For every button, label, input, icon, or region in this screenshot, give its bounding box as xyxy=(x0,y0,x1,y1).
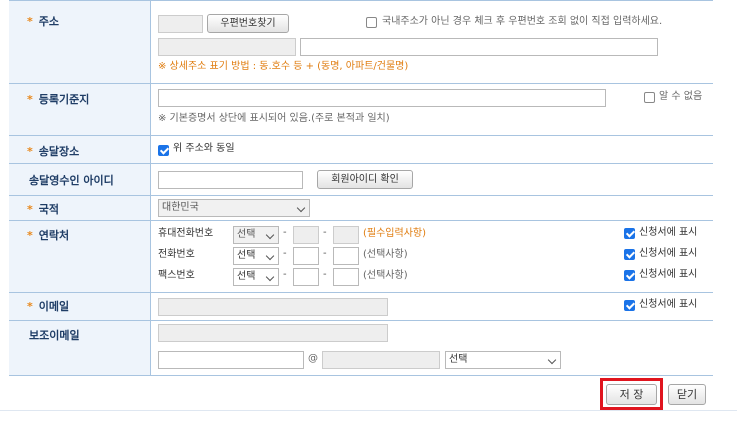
dash: - xyxy=(283,248,287,259)
fax-show-label: 신청서에 표시 xyxy=(639,269,698,280)
sub-email-id-input[interactable] xyxy=(158,351,304,369)
address-hint: ※ 상세주소 표기 방법 : 동.호수 등 + (동명, 아파트/건물명) xyxy=(158,61,409,72)
address-label: 주소 xyxy=(38,15,60,28)
required-star: * xyxy=(27,145,33,158)
detail-address-input[interactable] xyxy=(300,38,658,56)
at-sign: @ xyxy=(308,353,318,364)
email-label-cell: * 이메일 xyxy=(9,293,151,320)
nationality-select[interactable]: 대한민국 xyxy=(158,199,310,217)
registry-label-cell: * 등록기준지 xyxy=(9,84,151,135)
sub-email-full-input[interactable] xyxy=(158,324,388,342)
footer-divider xyxy=(0,410,737,411)
fax-label: 팩스번호 xyxy=(158,270,195,281)
email-row: * 이메일 신청서에 표시 xyxy=(9,293,713,321)
foreign-address-checkbox[interactable] xyxy=(366,17,377,28)
phone-optional-note: (선택사항) xyxy=(363,249,408,260)
email-show-checkbox[interactable] xyxy=(624,300,635,311)
fax-prefix-select[interactable]: 선택 xyxy=(233,268,279,286)
contact-label: 연락처 xyxy=(38,229,70,242)
fax-show-checkbox[interactable] xyxy=(624,270,635,281)
email-label: 이메일 xyxy=(38,300,70,313)
dash: - xyxy=(283,269,287,280)
sub-email-domain-select[interactable]: 선택 xyxy=(445,351,561,369)
contact-label-cell: * 연락처 xyxy=(9,221,151,292)
contact-row: * 연락처 휴대전화번호 선택 - - (필수입력사항) 신청서에 표시 전화번호… xyxy=(9,221,713,293)
registry-hint: ※ 기본증명서 상단에 표시되어 있음.(주로 본적과 일치) xyxy=(158,113,390,124)
fax-last-input[interactable] xyxy=(333,268,359,286)
zip-search-button[interactable]: 우편번호찾기 xyxy=(207,14,289,33)
same-address-label: 위 주소와 동일 xyxy=(173,143,235,154)
delivery-recipient-label: 송달영수인 아이디 xyxy=(29,174,114,187)
mobile-show-checkbox[interactable] xyxy=(624,228,635,239)
registry-unknown-checkbox[interactable] xyxy=(644,92,655,103)
fax-optional-note: (선택사항) xyxy=(363,270,408,281)
same-address-checkbox[interactable] xyxy=(158,145,169,156)
sub-email-label: 보조이메일 xyxy=(29,329,80,342)
delivery-place-label: 송달장소 xyxy=(38,145,80,158)
sub-email-row: 보조이메일 @ 선택 xyxy=(9,321,713,376)
nationality-label-cell: * 국적 xyxy=(9,196,151,220)
applicant-form: * 주소 우편번호찾기 국내주소가 아닌 경우 체크 후 우편번호 조회 없이 직… xyxy=(9,0,713,376)
required-star: * xyxy=(27,15,33,28)
recipient-id-input[interactable] xyxy=(158,171,303,189)
save-highlight-box xyxy=(600,378,663,410)
phone-middle-input[interactable] xyxy=(293,247,319,265)
phone-show-checkbox[interactable] xyxy=(624,249,635,260)
mobile-middle-input[interactable] xyxy=(293,226,319,244)
dash: - xyxy=(323,227,327,238)
dash: - xyxy=(323,248,327,259)
email-show-label: 신청서에 표시 xyxy=(639,299,698,310)
delivery-place-label-cell: * 송달장소 xyxy=(9,136,151,163)
chevron-down-icon xyxy=(265,272,275,282)
required-star: * xyxy=(27,229,33,242)
nationality-row: * 국적 대한민국 xyxy=(9,196,713,221)
registry-address-input[interactable] xyxy=(158,89,606,107)
mobile-last-input[interactable] xyxy=(333,226,359,244)
required-star: * xyxy=(27,300,33,313)
phone-prefix-select[interactable]: 선택 xyxy=(233,247,279,265)
registry-unknown-label: 알 수 없음 xyxy=(659,91,703,102)
sub-email-domain-input[interactable] xyxy=(322,351,440,369)
chevron-down-icon xyxy=(265,230,275,240)
nationality-label: 국적 xyxy=(38,203,60,216)
address-label-cell: * 주소 xyxy=(9,1,151,83)
delivery-recipient-row: 송달영수인 아이디 회원아이디 확인 xyxy=(9,164,713,196)
nationality-value: 대한민국 xyxy=(162,202,199,213)
dash: - xyxy=(323,269,327,280)
dash: - xyxy=(283,227,287,238)
required-star: * xyxy=(27,93,33,106)
mobile-show-label: 신청서에 표시 xyxy=(639,227,698,238)
registry-address-label: 등록기준지 xyxy=(38,93,90,106)
phone-show-label: 신청서에 표시 xyxy=(639,248,698,259)
base-address-input[interactable] xyxy=(158,38,296,56)
required-star: * xyxy=(27,203,33,216)
mobile-phone-label: 휴대전화번호 xyxy=(158,228,214,239)
registry-address-row: * 등록기준지 알 수 없음 ※ 기본증명서 상단에 표시되어 있음.(주로 본적… xyxy=(9,84,713,136)
delivery-recipient-label-cell: 송달영수인 아이디 xyxy=(9,164,151,195)
fax-middle-input[interactable] xyxy=(293,268,319,286)
close-button[interactable]: 닫기 xyxy=(668,384,706,405)
phone-last-input[interactable] xyxy=(333,247,359,265)
delivery-place-row: * 송달장소 위 주소와 동일 xyxy=(9,136,713,164)
sub-email-label-cell: 보조이메일 xyxy=(9,321,151,375)
foreign-address-label: 국내주소가 아닌 경우 체크 후 우편번호 조회 없이 직접 입력하세요. xyxy=(382,16,663,27)
mobile-prefix-select[interactable]: 선택 xyxy=(233,226,279,244)
address-row: * 주소 우편번호찾기 국내주소가 아닌 경우 체크 후 우편번호 조회 없이 직… xyxy=(9,1,713,84)
chevron-down-icon xyxy=(296,203,306,213)
chevron-down-icon xyxy=(547,355,557,365)
chevron-down-icon xyxy=(265,251,275,261)
phone-label: 전화번호 xyxy=(158,249,195,260)
zipcode-input[interactable] xyxy=(158,15,203,33)
email-input[interactable] xyxy=(158,298,388,316)
check-member-id-button[interactable]: 회원아이디 확인 xyxy=(317,170,413,189)
mobile-required-note: (필수입력사항) xyxy=(363,228,427,239)
